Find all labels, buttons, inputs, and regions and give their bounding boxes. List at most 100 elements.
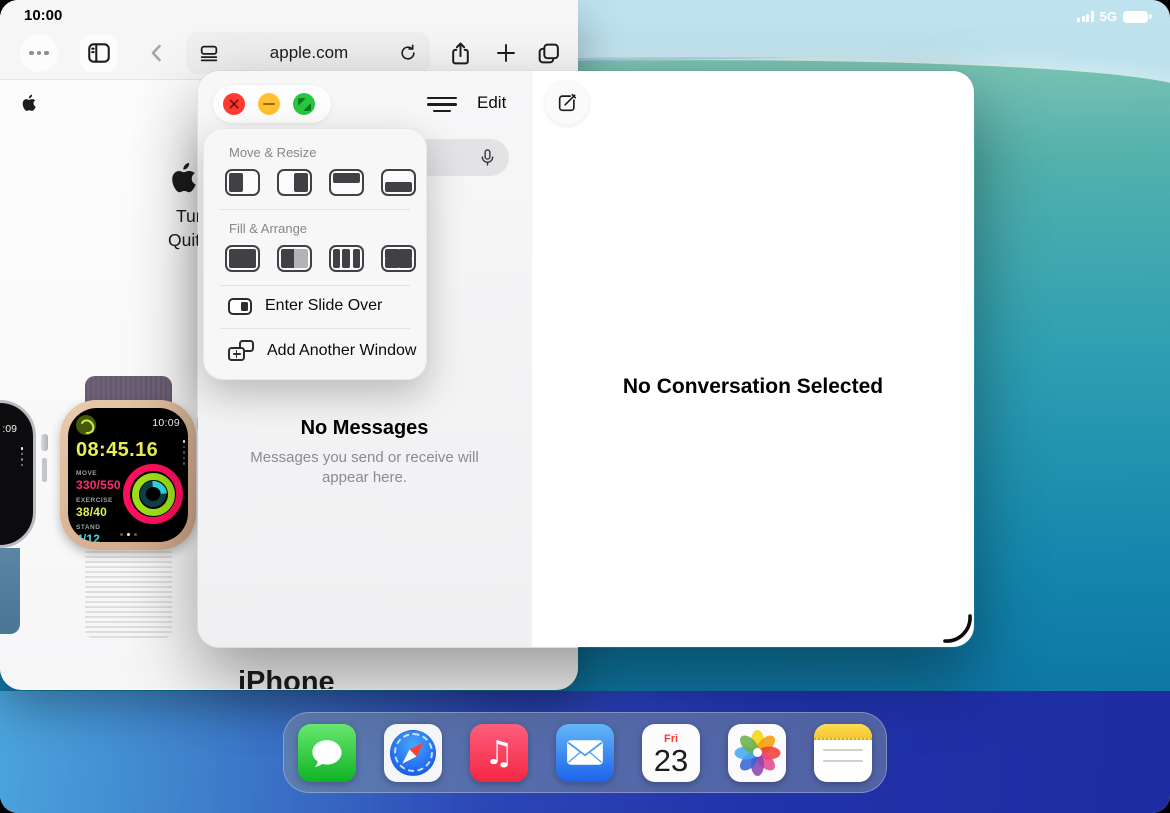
- add-window-icon: [228, 340, 254, 361]
- window-controls-menu: Move & Resize Fill & Arrange Enter Slide…: [203, 128, 427, 380]
- move-resize-section-label: Move & Resize: [229, 145, 426, 160]
- three-column-button[interactable]: [329, 245, 364, 272]
- fill-screen-button[interactable]: [225, 245, 260, 272]
- menu-divider: [220, 328, 410, 329]
- dock-icon-safari[interactable]: [384, 724, 442, 782]
- share-icon: [448, 41, 473, 66]
- stand-ring: [140, 481, 166, 507]
- watch-screen-workout: 10:09 08:45.16 MOVE 330/550 EXERCISE 38/…: [68, 408, 188, 542]
- status-time: 10:00: [24, 7, 62, 24]
- notes-line: [823, 749, 863, 751]
- watch-case: :09: [0, 400, 36, 548]
- mail-envelope-icon: [566, 739, 604, 766]
- apple-logo-hero: [171, 162, 198, 194]
- menu-divider: [220, 285, 410, 286]
- dock-icon-messages[interactable]: [298, 724, 356, 782]
- share-button[interactable]: [441, 34, 479, 72]
- safari-toolbar: apple.com: [0, 0, 578, 80]
- edit-button[interactable]: Edit: [477, 93, 506, 113]
- music-note-icon: ♫: [484, 736, 514, 769]
- resize-bottom-half-button[interactable]: [381, 169, 416, 196]
- enter-slide-over-item[interactable]: Enter Slide Over: [228, 297, 426, 315]
- sidebar-icon: [86, 40, 112, 66]
- watch-time-fragment: :09: [2, 423, 17, 435]
- window-controls-pill[interactable]: [213, 85, 331, 123]
- tabs-icon: [536, 41, 561, 66]
- no-conversation-label: No Conversation Selected: [532, 375, 974, 399]
- network-type-label: 5G: [1100, 9, 1117, 24]
- dock-icon-mail[interactable]: [556, 724, 614, 782]
- fill-arrange-options: [225, 245, 426, 272]
- window-resize-handle[interactable]: [934, 605, 974, 645]
- ipad-screen: 10:00 5G apple.com: [0, 0, 1170, 813]
- notes-header-bar: [814, 724, 872, 740]
- iphone-section-heading: iPhone: [238, 666, 335, 689]
- stand-label: STAND: [76, 524, 100, 531]
- split-view-button[interactable]: [277, 245, 312, 272]
- back-button[interactable]: [138, 34, 176, 72]
- watch-case: 10:09 08:45.16 MOVE 330/550 EXERCISE 38/…: [60, 400, 196, 550]
- menu-divider: [220, 209, 410, 210]
- exercise-value: 38/40: [76, 505, 107, 519]
- chevron-left-icon: [145, 41, 169, 65]
- close-window-button[interactable]: [223, 93, 245, 115]
- workout-app-icon: [76, 415, 96, 435]
- battery-icon: [1123, 11, 1148, 23]
- notes-line: [823, 760, 863, 762]
- apple-watch-silver: :09: [0, 392, 42, 640]
- conversation-pane: No Conversation Selected: [531, 71, 974, 647]
- dock-icon-music[interactable]: ♫: [470, 724, 528, 782]
- more-options-button[interactable]: [20, 34, 58, 72]
- dock-icon-calendar[interactable]: Fri 23: [642, 724, 700, 782]
- compass-needle: [399, 738, 427, 766]
- resize-top-half-button[interactable]: [329, 169, 364, 196]
- watch-band-blue: [0, 548, 20, 634]
- empty-messages-title: No Messages: [198, 417, 531, 440]
- plus-icon: [494, 41, 518, 65]
- empty-messages-state: No Messages Messages you send or receive…: [198, 417, 531, 487]
- microphone-icon[interactable]: [478, 148, 497, 167]
- watch-side-button: [42, 458, 47, 482]
- compose-button[interactable]: [545, 81, 589, 125]
- move-resize-options: [225, 169, 426, 196]
- watch-page-dots: [68, 533, 188, 536]
- dock: ♫ Fri 23: [283, 712, 887, 793]
- dock-icon-photos[interactable]: [728, 724, 786, 782]
- url-text: apple.com: [220, 43, 398, 63]
- add-another-window-item[interactable]: Add Another Window: [228, 340, 426, 361]
- activity-rings: [123, 464, 183, 524]
- dock-icon-notes[interactable]: [814, 724, 872, 782]
- safari-compass-icon: [390, 730, 436, 776]
- slide-over-icon: [228, 298, 252, 315]
- apple-watch-gold: 10:09 08:45.16 MOVE 330/550 EXERCISE 38/…: [58, 376, 198, 638]
- watch-side-dots: [21, 447, 24, 466]
- move-label: MOVE: [76, 470, 97, 477]
- status-indicators: 5G: [1077, 9, 1148, 24]
- sidebar-toggle-button[interactable]: [80, 34, 118, 72]
- messages-bubble-icon: [309, 735, 345, 771]
- address-bar[interactable]: apple.com: [186, 32, 430, 74]
- compose-icon: [556, 92, 578, 114]
- resize-left-half-button[interactable]: [225, 169, 260, 196]
- photos-flower-icon: [732, 728, 782, 778]
- resize-right-half-button[interactable]: [277, 169, 312, 196]
- exercise-label: EXERCISE: [76, 497, 113, 504]
- cellular-signal-icon: [1077, 11, 1094, 22]
- watch-band-bottom: [85, 548, 172, 638]
- tab-overview-button[interactable]: [529, 34, 567, 72]
- calendar-day: 23: [654, 745, 688, 778]
- minimize-window-button[interactable]: [258, 93, 280, 115]
- empty-messages-subtitle-line2: appear here.: [198, 468, 531, 488]
- watch-crown: [41, 434, 48, 451]
- page-headline-fragment-2: Quit: [168, 230, 200, 251]
- reload-icon[interactable]: [398, 43, 418, 63]
- page-format-icon: [198, 42, 220, 64]
- move-value: 330/550: [76, 478, 121, 492]
- apple-logo-icon[interactable]: [22, 94, 37, 112]
- enter-slide-over-label: Enter Slide Over: [265, 297, 382, 315]
- filter-icon[interactable]: [425, 97, 458, 113]
- new-tab-button[interactable]: [487, 34, 525, 72]
- grid-arrange-button[interactable]: [381, 245, 416, 272]
- empty-messages-subtitle: Messages you send or receive will appear…: [198, 448, 531, 487]
- zoom-window-button[interactable]: [293, 93, 315, 115]
